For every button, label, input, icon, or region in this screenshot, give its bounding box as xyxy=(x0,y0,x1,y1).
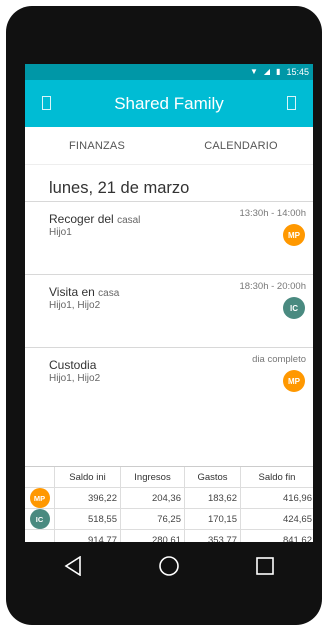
balance-table: Saldo ini Ingresos Gastos Saldo fin MP 3… xyxy=(25,466,313,542)
column-header: Saldo fin xyxy=(258,471,296,483)
row-avatar-cell: MP xyxy=(25,488,55,508)
menu-icon[interactable] xyxy=(42,96,51,110)
table-cell: 280,61 xyxy=(121,530,185,542)
column-header: Saldo ini xyxy=(55,467,121,487)
event-title-small: casal xyxy=(117,215,141,226)
app-title: Shared Family xyxy=(114,93,224,113)
event-title: Recoger del casal xyxy=(49,212,140,226)
event-people: Hijo1, Hijo2 xyxy=(49,300,101,311)
event-item[interactable]: Visita en casa Hijo1, Hijo2 18:30h - 20:… xyxy=(25,274,313,347)
event-people: Hijo1 xyxy=(49,227,72,238)
table-cell: 396,22 xyxy=(55,488,121,508)
table-cell: 170,15 xyxy=(185,509,241,529)
table-cell: 424,65 xyxy=(282,513,312,525)
table-row: IC 518,55 76,25 170,15 424,65 xyxy=(25,509,313,530)
avatar: IC xyxy=(283,297,305,319)
column-header: Ingresos xyxy=(121,467,185,487)
event-time: 13:30h - 14:00h xyxy=(239,208,306,219)
event-time: dia completo xyxy=(252,354,306,365)
avatar: MP xyxy=(283,370,305,392)
table-cell: 416,96 xyxy=(282,492,312,504)
header-blank xyxy=(25,467,55,487)
tab-calendario[interactable]: CALENDARIO xyxy=(169,127,313,164)
nav-bar xyxy=(25,542,313,590)
table-header: Saldo ini Ingresos Gastos Saldo fin xyxy=(25,467,313,488)
column-header: Gastos xyxy=(185,467,241,487)
table-cell: 353,77 xyxy=(185,530,241,542)
table-row-total: 914,77 280,61 353,77 841,62 xyxy=(25,530,313,542)
event-item[interactable]: Recoger del casal Hijo1 13:30h - 14:00h … xyxy=(25,201,313,274)
table-cell: 76,25 xyxy=(121,509,185,529)
table-cell: 183,62 xyxy=(185,488,241,508)
table-cell: 518,55 xyxy=(55,509,121,529)
row-avatar-cell xyxy=(25,530,55,542)
tab-bar: FINANZAS CALENDARIO xyxy=(25,127,313,165)
back-icon[interactable] xyxy=(58,551,88,581)
screen: ▼ ◢ ▮ 15:45 Shared Family FINANZAS CALEN… xyxy=(25,64,313,542)
event-title-main: Custodia xyxy=(49,358,97,372)
avatar: IC xyxy=(29,509,50,529)
table-row: MP 396,22 204,36 183,62 416,96 xyxy=(25,488,313,509)
battery-icon: ▮ xyxy=(276,67,281,76)
wifi-icon: ▼ xyxy=(249,67,258,76)
signal-icon: ◢ xyxy=(263,67,271,76)
event-title: Custodia xyxy=(49,358,96,372)
table-cell: 204,36 xyxy=(121,488,185,508)
event-item[interactable]: Custodia Hijo1, Hijo2 dia completo MP xyxy=(25,347,313,420)
home-icon[interactable] xyxy=(154,551,184,581)
calendar-icon[interactable] xyxy=(287,96,296,110)
event-time: 18:30h - 20:00h xyxy=(239,281,306,292)
event-people: Hijo1, Hijo2 xyxy=(49,373,101,384)
status-bar: ▼ ◢ ▮ 15:45 xyxy=(25,64,313,80)
event-title: Visita en casa xyxy=(49,285,119,299)
avatar: MP xyxy=(29,488,50,508)
avatar: MP xyxy=(283,224,305,246)
date-heading: lunes, 21 de marzo xyxy=(49,179,190,197)
table-cell: 841,62 xyxy=(282,534,312,543)
status-time: 15:45 xyxy=(286,67,309,77)
app-bar: Shared Family xyxy=(25,80,313,127)
event-title-small: casa xyxy=(98,288,120,299)
table-cell: 914,77 xyxy=(55,530,121,542)
recents-icon[interactable] xyxy=(250,551,280,581)
event-title-main: Visita en xyxy=(49,285,95,299)
tab-finanzas[interactable]: FINANZAS xyxy=(25,127,169,164)
row-avatar-cell: IC xyxy=(25,509,55,529)
event-title-main: Recoger del xyxy=(49,212,114,226)
